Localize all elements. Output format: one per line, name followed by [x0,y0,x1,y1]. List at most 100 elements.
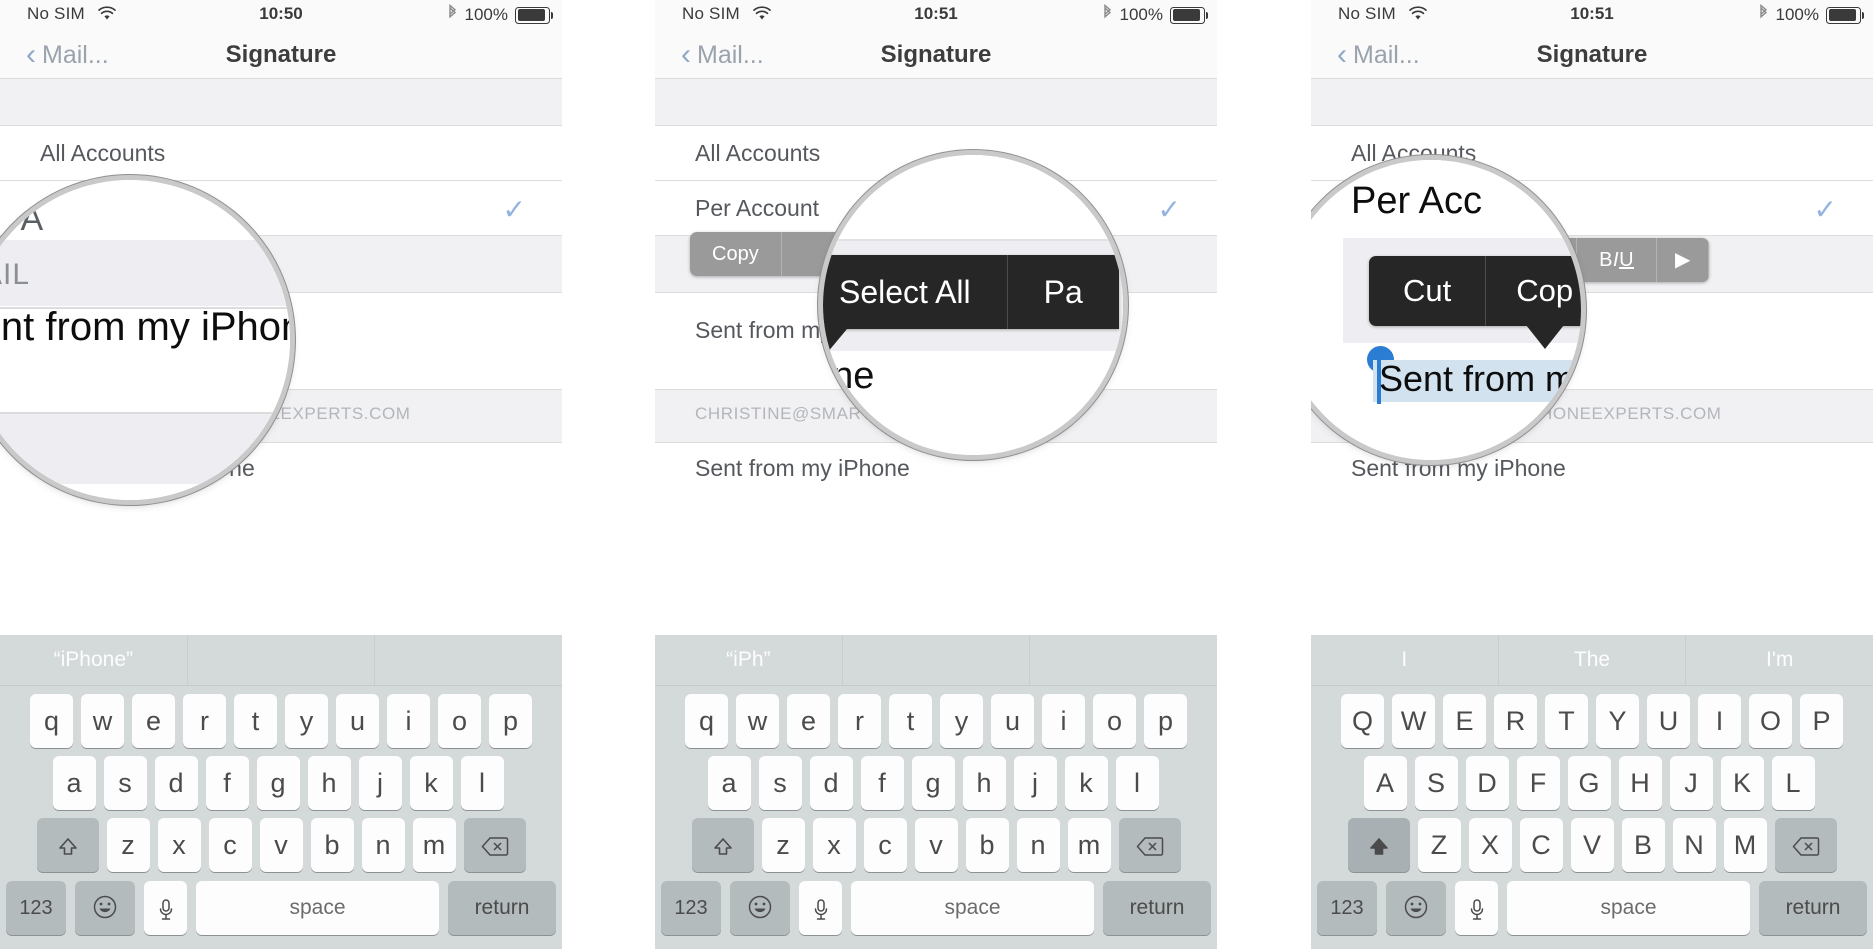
key[interactable]: L [1771,756,1815,810]
backspace-icon[interactable] [1118,818,1181,872]
key[interactable]: u [991,694,1034,748]
return-key[interactable]: return [448,881,556,935]
key[interactable]: k [1064,756,1108,810]
return-key[interactable]: return [1759,881,1867,935]
key[interactable]: M [1723,818,1767,872]
key[interactable]: e [787,694,830,748]
menu-item-biu[interactable]: BIU [1577,238,1658,282]
key[interactable]: q [30,694,73,748]
shift-icon[interactable] [691,818,754,872]
key[interactable]: C [1519,818,1563,872]
key[interactable]: g [911,756,955,810]
key[interactable]: K [1720,756,1764,810]
key[interactable]: p [1144,694,1187,748]
key[interactable]: X [1468,818,1512,872]
menu-item-copy[interactable]: Cop [1486,256,1581,326]
key[interactable]: t [889,694,932,748]
key[interactable]: R [1494,694,1537,748]
key[interactable]: x [812,818,856,872]
row-all-accounts[interactable]: All Accounts [0,126,562,181]
key[interactable]: w [736,694,779,748]
key[interactable]: r [183,694,226,748]
key[interactable]: d [154,756,198,810]
key[interactable]: Q [1341,694,1384,748]
key[interactable]: b [310,818,354,872]
suggestion-item[interactable]: I'm [1686,635,1873,685]
key[interactable]: U [1647,694,1690,748]
suggestion-item[interactable] [375,635,562,685]
key[interactable]: g [256,756,300,810]
key[interactable]: a [52,756,96,810]
return-key[interactable]: return [1103,881,1211,935]
numbers-key[interactable]: 123 [6,881,66,935]
key[interactable]: x [157,818,201,872]
key[interactable]: j [358,756,402,810]
key[interactable]: F [1516,756,1560,810]
key[interactable]: s [758,756,802,810]
key[interactable]: j [1013,756,1057,810]
key[interactable]: B [1621,818,1665,872]
key[interactable]: s [103,756,147,810]
suggestion-item[interactable] [843,635,1031,685]
key[interactable]: z [761,818,805,872]
menu-item-paste[interactable]: Pa [1008,255,1119,329]
key[interactable]: D [1465,756,1509,810]
key[interactable]: k [409,756,453,810]
more-arrow-icon[interactable]: ▶ [1657,238,1710,282]
numbers-key[interactable]: 123 [1317,881,1377,935]
key[interactable]: u [336,694,379,748]
key[interactable]: i [1042,694,1085,748]
suggestion-item[interactable] [188,635,376,685]
key[interactable]: P [1800,694,1843,748]
menu-item-copy[interactable]: Copy [690,232,782,276]
key[interactable]: f [860,756,904,810]
key[interactable]: l [460,756,504,810]
key[interactable]: y [285,694,328,748]
key[interactable]: n [1016,818,1060,872]
key[interactable]: O [1749,694,1792,748]
key[interactable]: v [259,818,303,872]
emoji-icon[interactable] [75,881,135,935]
key[interactable]: p [489,694,532,748]
microphone-icon[interactable] [144,881,187,935]
numbers-key[interactable]: 123 [661,881,721,935]
key[interactable]: e [132,694,175,748]
key[interactable]: f [205,756,249,810]
key[interactable]: S [1414,756,1458,810]
key[interactable]: o [1093,694,1136,748]
menu-item-select-all[interactable]: Select All [823,255,1008,329]
key[interactable]: G [1567,756,1611,810]
key[interactable]: Z [1417,818,1461,872]
key[interactable]: o [438,694,481,748]
emoji-icon[interactable] [730,881,790,935]
key[interactable]: W [1392,694,1435,748]
key[interactable]: c [208,818,252,872]
key[interactable]: T [1545,694,1588,748]
key[interactable]: V [1570,818,1614,872]
microphone-icon[interactable] [1455,881,1498,935]
key[interactable]: r [838,694,881,748]
key[interactable]: w [81,694,124,748]
suggestion-item[interactable] [1030,635,1217,685]
backspace-icon[interactable] [463,818,526,872]
shift-icon-active[interactable] [1347,818,1410,872]
suggestion-item[interactable]: I [1311,635,1499,685]
key[interactable]: Y [1596,694,1639,748]
suggestion-item[interactable]: The [1499,635,1687,685]
key[interactable]: J [1669,756,1713,810]
shift-icon[interactable] [36,818,99,872]
key[interactable]: d [809,756,853,810]
key[interactable]: I [1698,694,1741,748]
backspace-icon[interactable] [1774,818,1837,872]
key[interactable]: n [361,818,405,872]
menu-item-cut[interactable]: Cut [1369,256,1487,326]
key[interactable]: E [1443,694,1486,748]
space-key[interactable]: space [851,881,1094,935]
key[interactable]: h [962,756,1006,810]
key[interactable]: y [940,694,983,748]
key[interactable]: v [914,818,958,872]
key[interactable]: q [685,694,728,748]
space-key[interactable]: space [196,881,439,935]
emoji-icon[interactable] [1386,881,1446,935]
key[interactable]: H [1618,756,1662,810]
